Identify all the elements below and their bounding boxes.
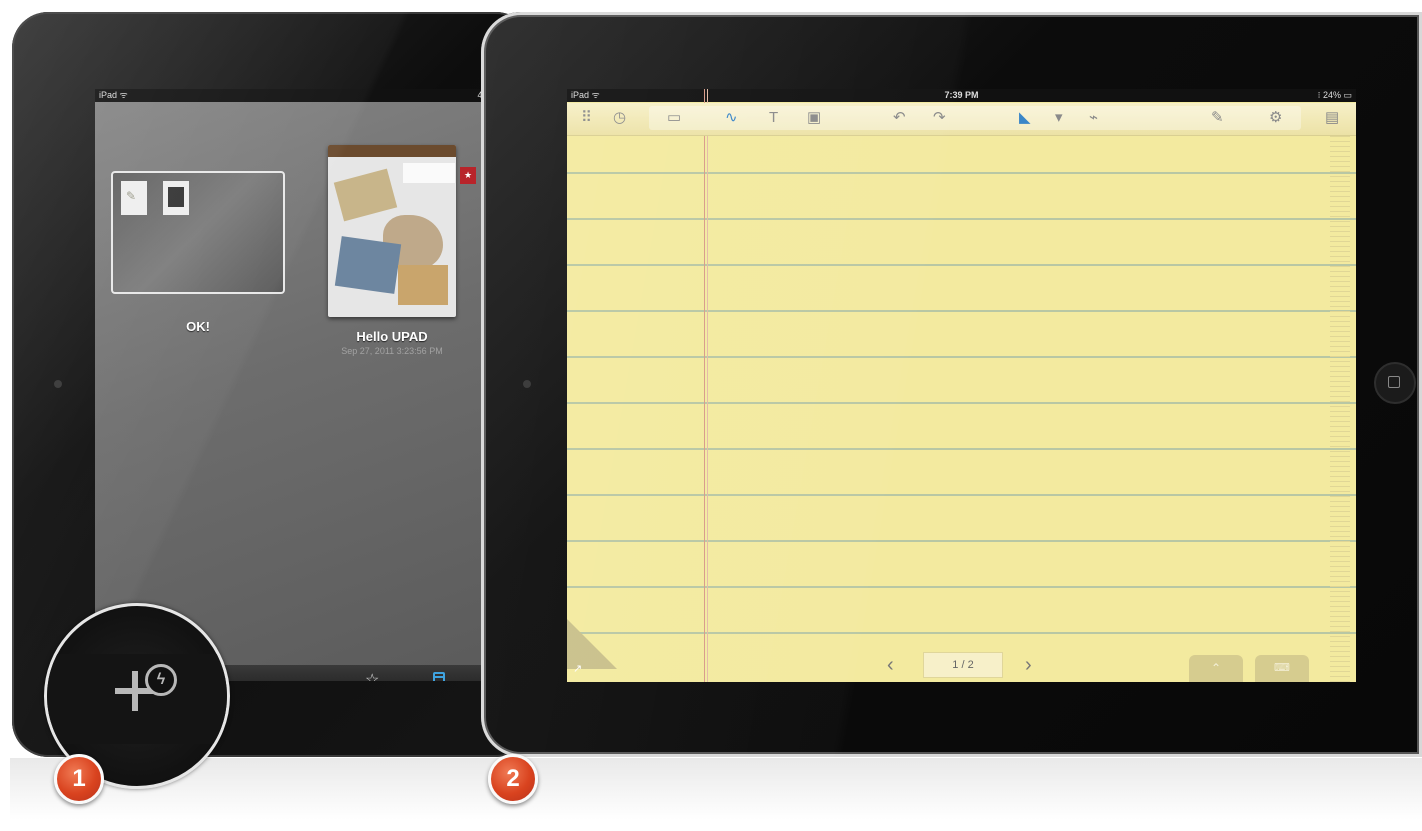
page-icon[interactable]: ▤ (1325, 108, 1339, 128)
pen-icon[interactable]: ∿ (725, 108, 738, 128)
highlighter-icon[interactable]: ▾ (1055, 108, 1063, 128)
previous-page-button[interactable]: ‹ (887, 654, 894, 677)
lined-paper[interactable] (567, 136, 1356, 682)
image-icon[interactable]: ▣ (807, 108, 821, 128)
folder-label: OK! (186, 319, 210, 334)
margin-line (704, 89, 705, 682)
note-editor-screen: iPad ᯤ 7:39 PM ⁝ 24% ▭ ⠿ ◷ ▭ ∿ T ▣ ↶ ↷ ◣… (567, 89, 1356, 682)
corner-arrow-icon: ↗ (573, 663, 583, 675)
home-button[interactable] (1374, 362, 1416, 404)
gear-icon[interactable]: ⚙ (1269, 108, 1282, 128)
expand-panel-tab[interactable]: ⌃ (1189, 655, 1243, 682)
keyboard-icon[interactable]: ▭ (667, 108, 681, 128)
new-note-plus-lightning-icon[interactable]: ϟ (115, 664, 177, 726)
notebook-view-icon[interactable] (433, 672, 445, 681)
camera (523, 380, 531, 388)
fill-icon[interactable]: ◣ (1019, 108, 1031, 128)
edit-icon[interactable]: ✎ (1211, 108, 1224, 128)
step-badge-1: 1 (54, 754, 104, 804)
redo-icon[interactable]: ↷ (933, 108, 946, 128)
folder-thumbnail (163, 181, 189, 215)
status-bar: iPad ᯤ 7:39 PM ⁝ 24% ▭ (567, 89, 1356, 102)
notebook-cover[interactable] (328, 145, 456, 317)
text-icon[interactable]: T (769, 108, 778, 128)
notebook-date: Sep 27, 2011 3:23:56 PM (341, 346, 443, 356)
step-badge-2: 2 (488, 754, 538, 804)
eraser-icon[interactable]: ⌁ (1089, 108, 1098, 128)
notebook-title: Hello UPAD (356, 329, 428, 344)
clock-label: 7:39 PM (944, 90, 979, 100)
notebook-folder[interactable]: ✎ (111, 171, 285, 294)
grid-icon[interactable]: ⠿ (581, 108, 592, 128)
folder-thumbnail: ✎ (121, 181, 147, 215)
favorite-bookmark-icon[interactable]: ★ (460, 167, 476, 184)
editor-toolbar: ⠿ ◷ ▭ ∿ T ▣ ↶ ↷ ◣ ▾ ⌁ ✎ ⚙ ▤ (567, 103, 1356, 136)
star-icon[interactable]: ☆ (365, 670, 379, 681)
keyboard-tab[interactable]: ⌨ (1255, 655, 1309, 682)
next-page-button[interactable]: › (1025, 654, 1032, 677)
page-indicator: 1 / 2 (923, 652, 1003, 678)
camera (54, 380, 62, 388)
status-bar: iPad ᯤ 4: (95, 89, 532, 102)
ipad-editor-device: iPad ᯤ 7:39 PM ⁝ 24% ▭ ⠿ ◷ ▭ ∿ T ▣ ↶ ↷ ◣… (481, 12, 1422, 757)
page-ruler (1330, 136, 1350, 682)
undo-icon[interactable]: ↶ (893, 108, 906, 128)
carrier-label: iPad ᯤ (99, 90, 128, 100)
floor-reflection (10, 758, 1422, 831)
battery-indicator: ⁝ 24% ▭ (1317, 90, 1352, 100)
library-screen: iPad ᯤ 4: ✎ OK! ★ Hello UPAD Sep 27, 201… (95, 89, 532, 681)
clock-icon[interactable]: ◷ (613, 108, 626, 128)
